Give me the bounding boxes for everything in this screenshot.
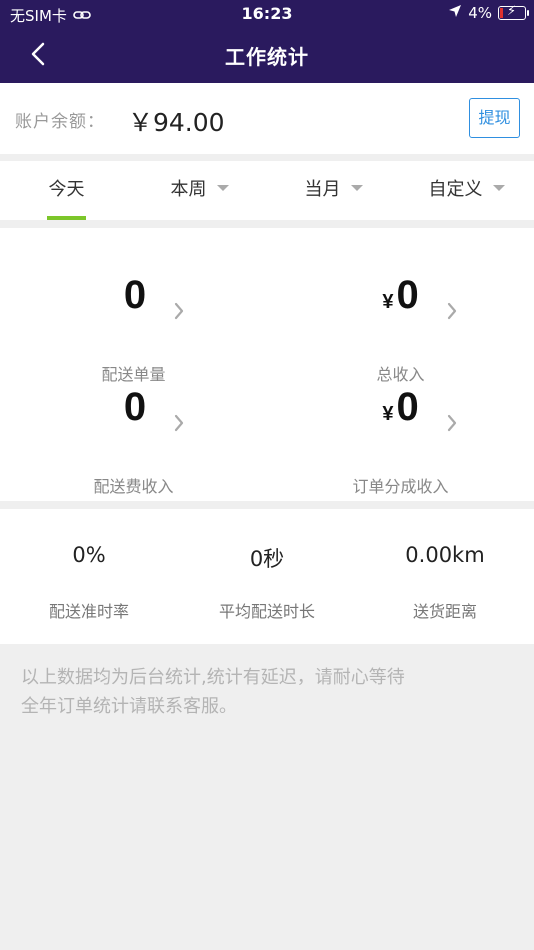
- caret-down-icon: [216, 185, 229, 191]
- stats-note: 以上数据均为后台统计,统计有延迟，请耐心等待 全年订单统计请联系客服。: [21, 663, 511, 721]
- chevron-right-icon: [174, 302, 184, 320]
- chevron-right-icon: [174, 414, 184, 432]
- currency-symbol: ¥: [382, 291, 394, 313]
- stat-value: 0: [0, 385, 267, 430]
- nav-bar: 工作统计: [0, 28, 534, 83]
- active-tab-indicator: [47, 216, 86, 220]
- withdraw-button[interactable]: 提现: [469, 98, 520, 138]
- stat-value: ¥0: [267, 385, 534, 430]
- currency-symbol: ¥: [382, 403, 394, 425]
- stat-number: 0: [396, 385, 419, 429]
- stat-total-income[interactable]: ¥0 总收入: [267, 273, 534, 384]
- stat-number: 0: [396, 273, 419, 317]
- stats-card: 0 配送单量 ¥0 总收入 0 配送费收入 ¥0 订单分成收入: [0, 228, 534, 501]
- status-right: 4% ⚡: [448, 4, 529, 22]
- tab-label: 自定义: [428, 179, 483, 200]
- metric-label: 平均配送时长: [218, 602, 315, 621]
- balance-value: ￥94.00: [128, 108, 225, 137]
- caret-down-icon: [492, 185, 505, 191]
- metric-value: 0秒: [249, 547, 285, 571]
- metrics-card: 0% 配送准时率 0秒 平均配送时长 0.00km 送货距离: [0, 509, 534, 644]
- chevron-right-icon: [447, 414, 457, 432]
- app-header: 无SIM卡 16:23 4% ⚡ 工作统计: [0, 0, 534, 83]
- stat-number: 0: [123, 385, 147, 429]
- stat-label: 订单分成收入: [352, 477, 449, 496]
- stat-label: 配送单量: [101, 365, 166, 384]
- balance-label: 账户余额：: [15, 112, 105, 132]
- tab-label: 本周: [170, 179, 207, 200]
- tab-label: 今天: [48, 179, 85, 200]
- page-title: 工作统计: [225, 45, 309, 69]
- stat-value: 0: [0, 273, 267, 318]
- stat-number: 0: [123, 273, 147, 317]
- location-arrow-icon: [448, 4, 462, 22]
- balance-section: 账户余额： ￥94.00 提现: [0, 83, 534, 154]
- chevron-right-icon: [447, 302, 457, 320]
- note-line-1: 以上数据均为后台统计,统计有延迟，请耐心等待: [21, 667, 405, 688]
- tab-label: 当月: [304, 179, 341, 200]
- caret-down-icon: [350, 185, 363, 191]
- tab-this-month[interactable]: 当月: [267, 161, 400, 220]
- stat-value: ¥0: [267, 273, 534, 318]
- stat-delivery-orders[interactable]: 0 配送单量: [0, 273, 267, 384]
- battery-charging-icon: ⚡: [498, 4, 529, 20]
- metric-value: 0%: [72, 543, 106, 567]
- metric-label: 送货距离: [412, 602, 477, 621]
- note-line-2: 全年订单统计请联系客服。: [21, 696, 237, 717]
- tab-this-week[interactable]: 本周: [133, 161, 266, 220]
- stat-label: 配送费收入: [93, 477, 174, 496]
- metric-label: 配送准时率: [48, 602, 129, 621]
- stat-delivery-fee-income[interactable]: 0 配送费收入: [0, 385, 267, 496]
- status-bar: 无SIM卡 16:23 4% ⚡: [0, 0, 534, 28]
- metric-value: 0.00km: [405, 543, 485, 567]
- battery-percent: 4%: [468, 4, 492, 22]
- stat-order-share-income[interactable]: ¥0 订单分成收入: [267, 385, 534, 496]
- tab-today[interactable]: 今天: [0, 161, 133, 220]
- period-tabs: 今天 本周 当月 自定义: [0, 161, 534, 220]
- tab-custom[interactable]: 自定义: [400, 161, 533, 220]
- stat-label: 总收入: [376, 365, 425, 384]
